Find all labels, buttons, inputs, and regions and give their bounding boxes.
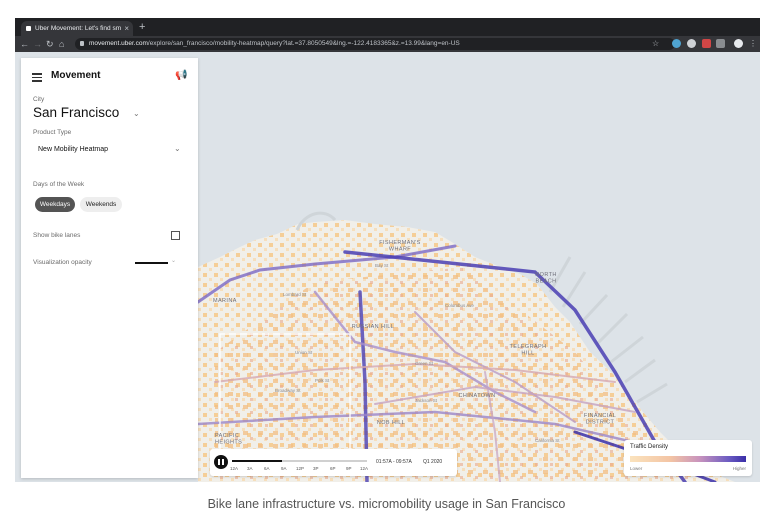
bookmark-star-icon[interactable]: ☆ <box>652 37 659 51</box>
legend-gradient <box>630 456 746 462</box>
profile-avatar-icon[interactable] <box>734 39 743 48</box>
time-tick: 9P <box>346 466 352 471</box>
extension-icon[interactable] <box>687 39 696 48</box>
time-tick: 12A <box>360 466 369 471</box>
street-label: Jackson St <box>415 398 438 403</box>
product-type-select[interactable]: New Mobility Heatmap <box>38 146 108 153</box>
street-label: Broadway St <box>275 388 301 393</box>
time-tick: 6A <box>264 466 270 471</box>
opacity-slider[interactable] <box>135 262 168 264</box>
street-label: Union St <box>295 350 313 355</box>
figure-caption: Bike lane infrastructure vs. micromobili… <box>207 497 566 511</box>
map-label-marina: MARINA <box>213 298 237 304</box>
time-slider-fill[interactable] <box>232 460 282 462</box>
street-label: Green St <box>415 361 434 366</box>
megaphone-icon[interactable]: 📢 <box>175 70 187 81</box>
city-select[interactable]: San Francisco <box>33 105 119 120</box>
street-label: Lombard St <box>283 292 307 297</box>
map-label-nob-hill: NOB HILL <box>377 420 405 426</box>
menu-icon[interactable] <box>32 73 42 82</box>
extension-icon[interactable] <box>672 39 681 48</box>
map-label-financial-district: FINANCIAL DISTRICT <box>584 413 616 426</box>
home-icon[interactable]: ⌂ <box>59 37 64 51</box>
extension-icon[interactable] <box>702 39 711 48</box>
time-range: 01:57A - 09:57A <box>376 459 412 465</box>
map-label-russian-hill: RUSSIAN HILL <box>352 324 394 330</box>
traffic-density-legend: Traffic Density Lower Higher <box>624 440 752 476</box>
new-tab-icon[interactable]: + <box>139 20 145 34</box>
time-tick: 3P <box>313 466 319 471</box>
legend-title: Traffic Density <box>630 444 669 450</box>
forward-icon[interactable]: → <box>33 37 42 51</box>
map-label-chinatown: CHINATOWN <box>458 393 495 399</box>
app-title: Movement <box>51 70 101 81</box>
street-label: Bay St <box>375 263 389 268</box>
visualization-opacity-label: Visualization opacity <box>33 259 92 266</box>
quarter-label: Q1 2020 <box>423 459 443 465</box>
weekends-toggle[interactable]: Weekends <box>80 197 122 212</box>
show-bike-lanes-label: Show bike lanes <box>33 232 81 239</box>
product-type-label: Product Type <box>33 129 72 136</box>
side-panel: Movement 📢 City San Francisco ⌄ Product … <box>21 58 198 478</box>
browser-screenshot: Uber Movement: Let's find sm × + ← → ↻ ⌂… <box>15 18 760 482</box>
favicon-icon <box>26 26 31 31</box>
reload-icon[interactable]: ↻ <box>46 37 54 51</box>
time-tick: 12A <box>230 466 239 471</box>
chevron-down-icon[interactable]: ⌄ <box>174 144 181 153</box>
chevron-down-icon[interactable]: ⌄ <box>171 257 176 264</box>
chevron-down-icon[interactable]: ⌄ <box>133 109 140 118</box>
street-label: Columbus Ave <box>445 303 474 308</box>
more-menu-icon[interactable]: ⋮ <box>749 37 757 51</box>
timeline-controls: 12A 3A 6A 9A 12P 3P 6P 9P 12A 01:57A - 0… <box>210 449 457 476</box>
time-tick: 3A <box>247 466 253 471</box>
map-label-pacific-heights: PACIFIC HEIGHTS <box>215 433 242 446</box>
legend-high-label: Higher <box>732 466 746 471</box>
url-host: movement.uber.com <box>89 40 148 47</box>
extension-icon[interactable] <box>716 39 725 48</box>
map-label-north-beach: NORTH BEACH <box>535 272 556 285</box>
time-tick: 12P <box>296 466 305 471</box>
close-tab-icon[interactable]: × <box>124 21 129 36</box>
browser-tab-bar: Uber Movement: Let's find sm × + <box>15 18 760 36</box>
show-bike-lanes-checkbox[interactable] <box>171 231 180 240</box>
pause-button[interactable] <box>214 455 228 469</box>
city-label: City <box>33 96 45 103</box>
weekdays-toggle[interactable]: Weekdays <box>35 197 75 212</box>
browser-tab[interactable]: Uber Movement: Let's find sm × <box>21 21 133 36</box>
street-label: Polk St <box>315 378 330 383</box>
tab-title: Uber Movement: Let's find sm <box>35 25 122 32</box>
days-of-week-label: Days of the Week <box>33 181 85 188</box>
lock-icon <box>80 41 84 46</box>
time-tick: 9A <box>281 466 287 471</box>
street-label: California St <box>535 438 560 443</box>
url-path: /explore/san_francisco/mobility-heatmap/… <box>147 40 460 47</box>
time-tick: 6P <box>330 466 336 471</box>
address-bar[interactable]: movement.uber.com/explore/san_francisco/… <box>75 38 675 50</box>
browser-toolbar: ← → ↻ ⌂ movement.uber.com/explore/san_fr… <box>15 36 760 52</box>
back-icon[interactable]: ← <box>20 37 29 51</box>
legend-low-label: Lower <box>630 466 643 471</box>
